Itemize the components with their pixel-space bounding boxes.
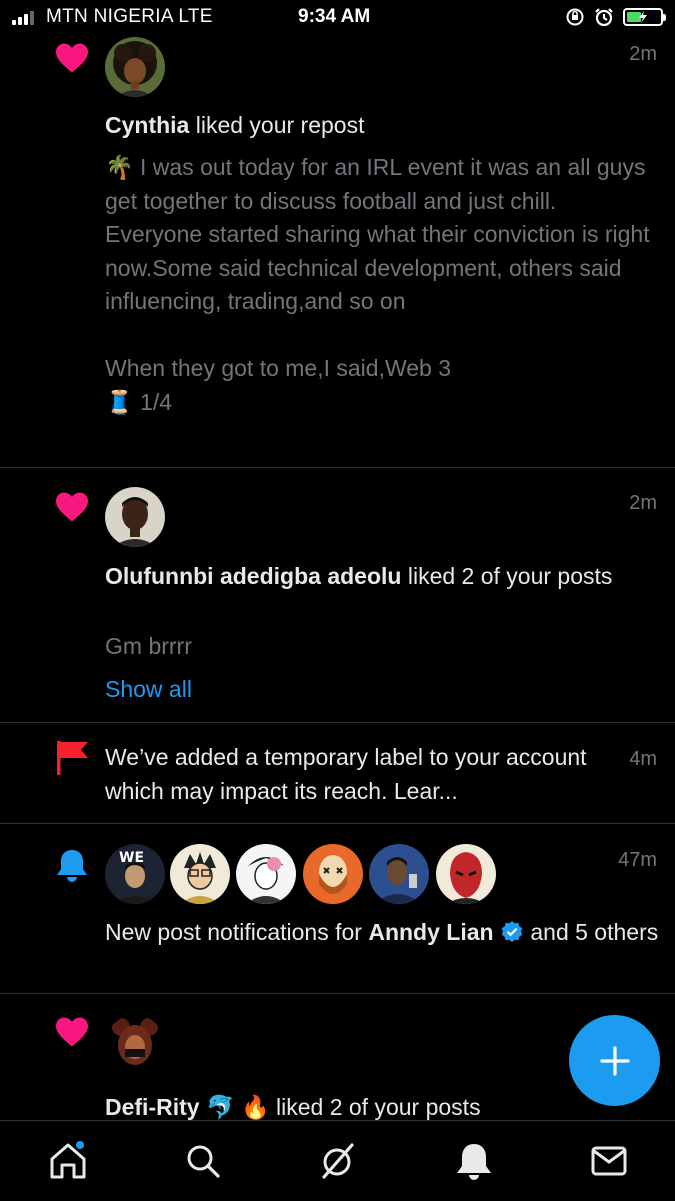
notification-item[interactable]: WE 47m New post notifications for Anndy … (0, 824, 675, 994)
notification-headline: Olufunnbi adedigba adeolu liked 2 of you… (105, 559, 650, 593)
user-name[interactable]: Cynthia (105, 112, 189, 138)
notification-item[interactable]: 4m We’ve added a temporary label to your… (0, 723, 675, 824)
notification-action: liked 2 of your posts (401, 563, 613, 589)
bell-icon (57, 850, 87, 882)
timestamp: 2m (629, 492, 657, 514)
notification-headline: Cynthia liked your repost (105, 108, 650, 142)
thread-count: 1/4 (133, 388, 173, 415)
post-preview[interactable]: Gm brrrr (105, 630, 655, 664)
show-all-link[interactable]: Show all (105, 676, 192, 703)
alarm-icon (595, 8, 613, 27)
notification-item[interactable]: 2m Olufunnbi adedigba adeolu liked 2 of … (0, 468, 675, 723)
notification-text: We’ve added a temporary label to your ac… (105, 744, 587, 804)
avatar[interactable] (105, 37, 165, 97)
post-preview[interactable]: 🌴 I was out today for an IRL event it wa… (105, 151, 655, 419)
clock: 9:34 AM (298, 6, 371, 27)
orientation-lock-icon (566, 8, 584, 26)
notification-action: liked 2 of your posts (269, 1094, 481, 1120)
notifications-icon[interactable] (454, 1141, 494, 1181)
avatar[interactable] (303, 844, 363, 904)
user-name[interactable]: Defi-Rity (105, 1094, 200, 1120)
notification-headline: Defi-Rity 🐬 🔥 liked 2 of your posts (105, 1090, 650, 1120)
carrier-label: MTN NIGERIA LTE (46, 6, 213, 27)
avatar[interactable] (369, 844, 429, 904)
heart-icon (56, 492, 88, 522)
signal-strength-icon (12, 9, 34, 25)
avatar[interactable] (236, 844, 296, 904)
bottom-tab-bar (0, 1120, 675, 1201)
notification-item[interactable]: 2m Cynthia liked your repost 🌴 I was out… (0, 34, 675, 468)
notification-action: liked your repost (189, 112, 365, 138)
search-icon[interactable] (183, 1141, 223, 1181)
notification-text: New post notifications for Anndy Lian an… (105, 915, 660, 949)
timestamp: 4m (629, 748, 657, 770)
avatar[interactable] (170, 844, 230, 904)
palm-tree-emoji: 🌴 (105, 154, 134, 180)
home-icon[interactable] (48, 1141, 88, 1181)
user-name[interactable]: Olufunnbi adedigba adeolu (105, 563, 401, 589)
user-emoji: 🐬 🔥 (199, 1094, 270, 1120)
thread-emoji: 🧵 (105, 388, 134, 415)
grok-icon[interactable] (318, 1141, 358, 1181)
avatar[interactable]: WE (105, 844, 165, 904)
messages-icon[interactable] (589, 1141, 629, 1181)
status-bar: MTN NIGERIA LTE 9:34 AM (0, 0, 675, 34)
heart-icon (56, 1017, 88, 1047)
plus-icon (599, 1045, 630, 1076)
verified-badge-icon (501, 921, 523, 942)
timestamp: 47m (618, 849, 657, 871)
timestamp: 2m (629, 43, 657, 65)
notification-prefix: New post notifications for (105, 919, 369, 945)
avatar[interactable] (436, 844, 496, 904)
battery-icon (623, 8, 666, 26)
avatar[interactable] (105, 1015, 165, 1075)
flag-icon (57, 741, 88, 775)
avatar[interactable] (105, 487, 165, 547)
user-name[interactable]: Anndy Lian (368, 919, 493, 945)
post-text: I was out today for an IRL event it was … (105, 154, 650, 381)
notification-suffix: and 5 others (523, 919, 659, 945)
heart-icon (56, 43, 88, 73)
compose-button[interactable] (569, 1015, 660, 1106)
